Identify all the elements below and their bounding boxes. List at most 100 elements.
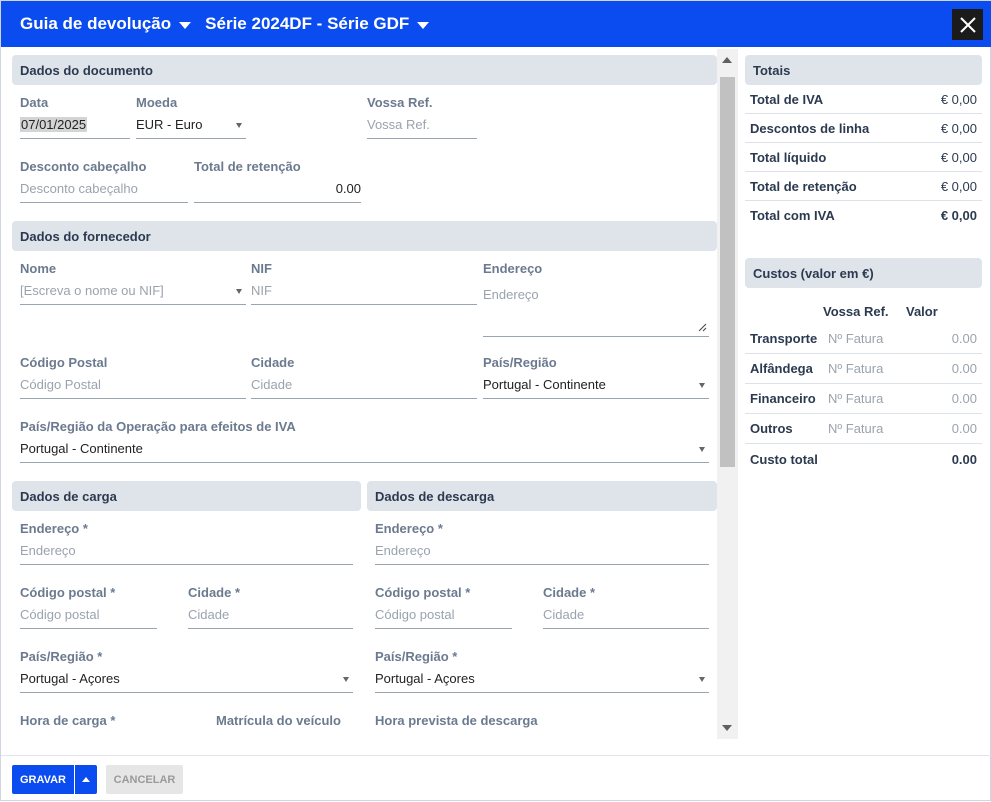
date-field[interactable]: 07/01/2025 — [20, 111, 130, 139]
costs-ref-input[interactable]: Nº Fatura — [828, 361, 928, 376]
date-value: 07/01/2025 — [20, 117, 88, 132]
loading-country-value: Portugal - Açores — [20, 671, 120, 686]
your-ref-input[interactable]: Vossa Ref. — [367, 111, 477, 139]
totals-row-label: Total de IVA — [750, 91, 824, 107]
costs-row-label: Financeiro — [750, 391, 816, 406]
totals-row-value: € 0,00 — [940, 149, 977, 165]
supplier-country-label: País/Região — [483, 355, 557, 370]
totals-row: Total de retenção € 0,00 — [745, 172, 982, 201]
scrollbar-thumb[interactable] — [720, 77, 735, 467]
close-button[interactable] — [952, 9, 983, 40]
costs-value-input[interactable]: 0.00 — [928, 421, 977, 436]
supplier-city-input[interactable]: Cidade — [251, 371, 477, 399]
document-type-dropdown[interactable]: Guia de devolução — [20, 14, 192, 34]
unloading-country-label: País/Região * — [375, 649, 458, 664]
unloading-section-header: Dados de descarga — [367, 481, 717, 511]
unloading-country-select[interactable]: Portugal - Açores — [375, 665, 709, 693]
costs-value-input[interactable]: 0.00 — [928, 391, 977, 406]
unloading-address-input[interactable]: Endereço — [375, 537, 709, 565]
totals-row: Descontos de linha € 0,00 — [745, 114, 982, 143]
loading-postal-input[interactable]: Código postal — [20, 601, 157, 629]
loading-address-input[interactable]: Endereço — [20, 537, 353, 565]
unloading-time-label: Hora prevista de descarga — [375, 713, 538, 728]
chevron-down-icon — [699, 383, 705, 388]
dialog-footer: GRAVAR CANCELAR — [1, 755, 991, 802]
unloading-address-label: Endereço * — [375, 521, 443, 536]
series-dropdown[interactable]: Série 2024DF - Série GDF — [205, 14, 430, 34]
cancel-button[interactable]: CANCELAR — [106, 765, 183, 794]
vehicle-plate-label: Matrícula do veículo — [216, 713, 341, 728]
document-section-header: Dados do documento — [12, 55, 717, 85]
form-scrollbar[interactable] — [717, 49, 738, 739]
costs-row: Alfândega Nº Fatura 0.00 — [745, 354, 982, 384]
chevron-down-icon — [236, 289, 242, 294]
your-ref-label: Vossa Ref. — [367, 95, 433, 110]
costs-total-row: Custo total 0.00 — [745, 444, 982, 474]
costs-value-input[interactable]: 0.00 — [928, 331, 977, 346]
loading-section-header: Dados de carga — [12, 481, 361, 511]
costs-value-input[interactable]: 0.00 — [928, 361, 977, 376]
supplier-address-placeholder: Endereço — [483, 287, 539, 302]
totals-row: Total líquido € 0,00 — [745, 143, 982, 172]
date-label: Data — [20, 95, 49, 110]
costs-row: Financeiro Nº Fatura 0.00 — [745, 384, 982, 414]
chevron-down-icon — [179, 21, 192, 29]
costs-ref-input[interactable]: Nº Fatura — [828, 331, 928, 346]
costs-row: Outros Nº Fatura 0.00 — [745, 414, 982, 444]
costs-ref-input[interactable]: Nº Fatura — [828, 391, 928, 406]
form-scroll-area[interactable]: Dados do documento Data 07/01/2025 Moeda… — [4, 49, 739, 739]
close-icon — [959, 16, 976, 33]
supplier-section-header: Dados do fornecedor — [12, 221, 717, 251]
header-discount-input[interactable]: Desconto cabeçalho — [20, 175, 188, 203]
costs-row-label: Transporte — [750, 331, 818, 346]
totals-row-label: Descontos de linha — [750, 120, 870, 136]
totals-row-label: Total líquido — [750, 149, 827, 165]
totals-row-value: € 0,00 — [940, 178, 977, 194]
totals-panel: Totais Total de IVA € 0,00 Descontos de … — [745, 55, 982, 230]
loading-country-select[interactable]: Portugal - Açores — [20, 665, 353, 693]
supplier-address-textarea[interactable]: Endereço — [483, 281, 709, 337]
unloading-postal-label: Código postal * — [375, 585, 471, 600]
totals-row-label: Total com IVA — [750, 208, 835, 223]
totals-header: Totais — [745, 55, 982, 85]
scroll-down-icon[interactable] — [722, 725, 732, 731]
totals-row-value: € 0,00 — [940, 208, 977, 223]
header-discount-label: Desconto cabeçalho — [20, 159, 147, 174]
supplier-country-value: Portugal - Continente — [483, 377, 606, 392]
unloading-city-input[interactable]: Cidade — [543, 601, 709, 629]
resize-grip-icon[interactable] — [698, 323, 707, 332]
supplier-postal-input[interactable]: Código Postal — [20, 371, 246, 399]
series-label: Série — [205, 14, 247, 33]
loading-postal-label: Código postal * — [20, 585, 116, 600]
scroll-up-icon[interactable] — [722, 57, 732, 63]
chevron-down-icon — [236, 123, 242, 128]
unloading-postal-input[interactable]: Código postal — [375, 601, 512, 629]
supplier-city-label: Cidade — [251, 355, 295, 370]
loading-country-label: País/Região * — [20, 649, 103, 664]
chevron-down-icon — [417, 21, 430, 29]
document-type-label: Guia de devolução — [20, 14, 172, 33]
nif-input[interactable]: NIF — [251, 277, 477, 305]
loading-city-label: Cidade * — [188, 585, 241, 600]
withholding-label: Total de retenção — [194, 159, 301, 174]
costs-column-headers: Vossa Ref. Valor — [745, 288, 982, 324]
save-options-button[interactable] — [75, 765, 97, 794]
withholding-input[interactable]: 0.00 — [194, 175, 361, 203]
currency-label: Moeda — [136, 95, 178, 110]
supplier-country-select[interactable]: Portugal - Continente — [483, 371, 709, 399]
save-button[interactable]: GRAVAR — [12, 765, 74, 794]
costs-ref-input[interactable]: Nº Fatura — [828, 421, 928, 436]
costs-ref-column-header: Vossa Ref. — [823, 304, 889, 319]
currency-value: EUR - Euro — [136, 117, 203, 132]
currency-select[interactable]: EUR - Euro — [136, 111, 246, 139]
loading-time-label: Hora de carga * — [20, 713, 116, 728]
nif-label: NIF — [251, 261, 272, 276]
totals-row-value: € 0,00 — [940, 120, 977, 136]
supplier-name-select[interactable]: [Escreva o nome ou NIF] — [20, 277, 246, 305]
totals-row: Total com IVA € 0,00 — [745, 201, 982, 230]
costs-total-label: Custo total — [750, 451, 818, 467]
supplier-address-label: Endereço — [483, 261, 543, 276]
vat-country-select[interactable]: Portugal - Continente — [20, 435, 709, 463]
loading-city-input[interactable]: Cidade — [188, 601, 353, 629]
series-value: 2024DF - Série GDF — [251, 14, 410, 33]
